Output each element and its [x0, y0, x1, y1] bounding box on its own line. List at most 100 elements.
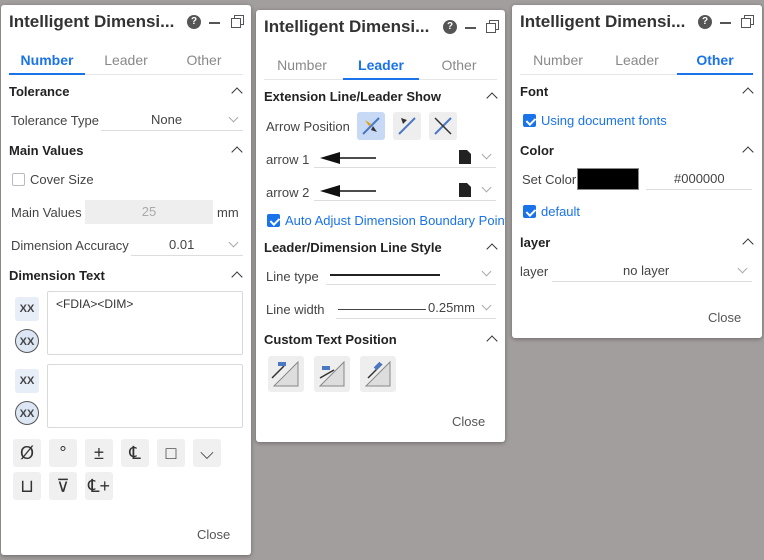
layer-value: no layer	[623, 263, 670, 278]
chevron-down-icon	[481, 149, 492, 160]
line-width-value: 0.25mm	[428, 300, 475, 315]
square-symbol-button[interactable]: □	[157, 439, 185, 467]
help-icon[interactable]: ?	[187, 15, 201, 29]
close-button[interactable]: Close	[708, 310, 741, 325]
main-values-label: Main Values	[11, 205, 82, 220]
tab-bar: Number Leader Other	[9, 47, 243, 75]
dimension-text-input-2[interactable]	[47, 364, 243, 428]
minimize-icon[interactable]	[720, 22, 731, 24]
text-position-3-button[interactable]	[360, 356, 396, 392]
section-custom-text-position[interactable]: Custom Text Position	[264, 332, 397, 347]
tolerance-type-value: None	[151, 112, 183, 127]
line-type-select[interactable]	[326, 265, 496, 285]
title-bar[interactable]: Intelligent Dimensi... ?	[1, 5, 251, 39]
default-color-checkbox[interactable]	[523, 205, 536, 218]
section-dimension-text[interactable]: Dimension Text	[9, 268, 105, 283]
section-font[interactable]: Font	[520, 84, 548, 99]
color-hex-input[interactable]: #000000	[646, 170, 752, 190]
auto-adjust-checkbox[interactable]	[267, 214, 280, 227]
restore-icon[interactable]	[231, 15, 244, 28]
insert-xx-button[interactable]: XX	[15, 369, 39, 393]
centerline-symbol-button[interactable]: ℄	[121, 439, 149, 467]
close-button[interactable]: Close	[452, 414, 485, 429]
cover-size-checkbox[interactable]	[12, 173, 25, 186]
collapse-icon[interactable]	[231, 87, 243, 99]
use-document-fonts-checkbox[interactable]	[523, 114, 536, 127]
depth-symbol-button[interactable]: ⊽	[49, 472, 77, 500]
plus-minus-symbol-button[interactable]: ±	[85, 439, 113, 467]
dimension-panel-leader: Intelligent Dimensi... ? Number Leader O…	[256, 10, 505, 442]
text-position-1-button[interactable]	[268, 356, 304, 392]
collapse-icon[interactable]	[231, 146, 243, 158]
arrow-position-both-button[interactable]	[429, 112, 457, 140]
collapse-icon[interactable]	[486, 243, 498, 255]
arrow-inside-icon	[362, 117, 380, 135]
minimize-icon[interactable]	[465, 27, 476, 29]
arrow-1-select[interactable]	[314, 148, 496, 168]
countersink-symbol-button[interactable]: ⌵	[193, 439, 221, 467]
arrow-outside-icon	[398, 117, 416, 135]
collapse-icon[interactable]	[742, 146, 754, 158]
tab-number[interactable]: Number	[264, 52, 340, 78]
dimension-accuracy-select[interactable]: 0.01	[131, 236, 243, 256]
tab-number[interactable]: Number	[520, 47, 596, 73]
section-layer[interactable]: layer	[520, 235, 550, 250]
arrow-2-label: arrow 2	[266, 185, 310, 200]
section-tolerance[interactable]: Tolerance	[9, 84, 69, 99]
collapse-icon[interactable]	[742, 238, 754, 250]
chevron-down-icon	[481, 182, 492, 193]
arrow-left-icon	[320, 185, 376, 197]
title-bar[interactable]: Intelligent Dimensi... ?	[512, 5, 762, 39]
chevron-down-icon	[481, 300, 492, 311]
tab-number[interactable]: Number	[9, 47, 85, 75]
collapse-icon[interactable]	[231, 271, 243, 283]
tab-other[interactable]: Other	[421, 52, 497, 78]
minimize-icon[interactable]	[209, 22, 220, 24]
document-icon	[459, 183, 471, 197]
section-line-style[interactable]: Leader/Dimension Line Style	[264, 240, 442, 255]
title-bar[interactable]: Intelligent Dimensi... ?	[256, 10, 505, 44]
collapse-icon[interactable]	[742, 87, 754, 99]
insert-xx-oval-button[interactable]: XX	[15, 329, 39, 353]
section-extension-line[interactable]: Extension Line/Leader Show	[264, 89, 441, 104]
arrow-position-outside-button[interactable]	[393, 112, 421, 140]
arrow-both-icon	[434, 117, 452, 135]
collapse-icon[interactable]	[486, 92, 498, 104]
tolerance-type-select[interactable]: None	[101, 111, 243, 131]
collapse-icon[interactable]	[486, 335, 498, 347]
tab-other[interactable]: Other	[677, 47, 753, 75]
restore-icon[interactable]	[486, 20, 499, 33]
restore-icon[interactable]	[741, 15, 754, 28]
help-icon[interactable]: ?	[443, 20, 457, 34]
chevron-down-icon	[228, 112, 239, 123]
degree-symbol-button[interactable]: °	[49, 439, 77, 467]
text-position-2-button[interactable]	[314, 356, 350, 392]
tab-leader[interactable]: Leader	[599, 47, 675, 73]
tab-leader[interactable]: Leader	[88, 47, 164, 73]
main-values-input[interactable]: 25	[85, 200, 213, 224]
arrow-position-inside-button[interactable]	[357, 112, 385, 140]
tab-other[interactable]: Other	[166, 47, 242, 73]
chevron-down-icon	[228, 237, 239, 248]
dimension-accuracy-value: 0.01	[169, 237, 195, 252]
tolerance-type-label: Tolerance Type	[11, 113, 99, 128]
counterbore-symbol-button[interactable]: ⊔	[13, 472, 41, 500]
insert-xx-button[interactable]: XX	[15, 297, 39, 321]
color-swatch[interactable]	[577, 168, 639, 190]
section-color[interactable]: Color	[520, 143, 554, 158]
help-icon[interactable]: ?	[698, 15, 712, 29]
arrow-position-label: Arrow Position	[266, 119, 350, 134]
close-button[interactable]: Close	[197, 527, 230, 542]
text-position-icon	[271, 360, 299, 387]
line-width-select[interactable]: 0.25mm	[336, 299, 496, 319]
section-main-values[interactable]: Main Values	[9, 143, 83, 158]
diameter-symbol-button[interactable]: Ø	[13, 439, 41, 467]
text-position-icon	[318, 360, 345, 387]
add-symbol-button[interactable]: ℄+	[85, 472, 113, 500]
use-document-fonts-label: Using document fonts	[541, 113, 667, 128]
insert-xx-oval-button[interactable]: XX	[15, 401, 39, 425]
dimension-text-input-1[interactable]: <FDIA><DIM>	[47, 291, 243, 355]
layer-select[interactable]: no layer	[552, 262, 752, 282]
tab-leader[interactable]: Leader	[343, 52, 419, 80]
arrow-2-select[interactable]	[314, 181, 496, 201]
